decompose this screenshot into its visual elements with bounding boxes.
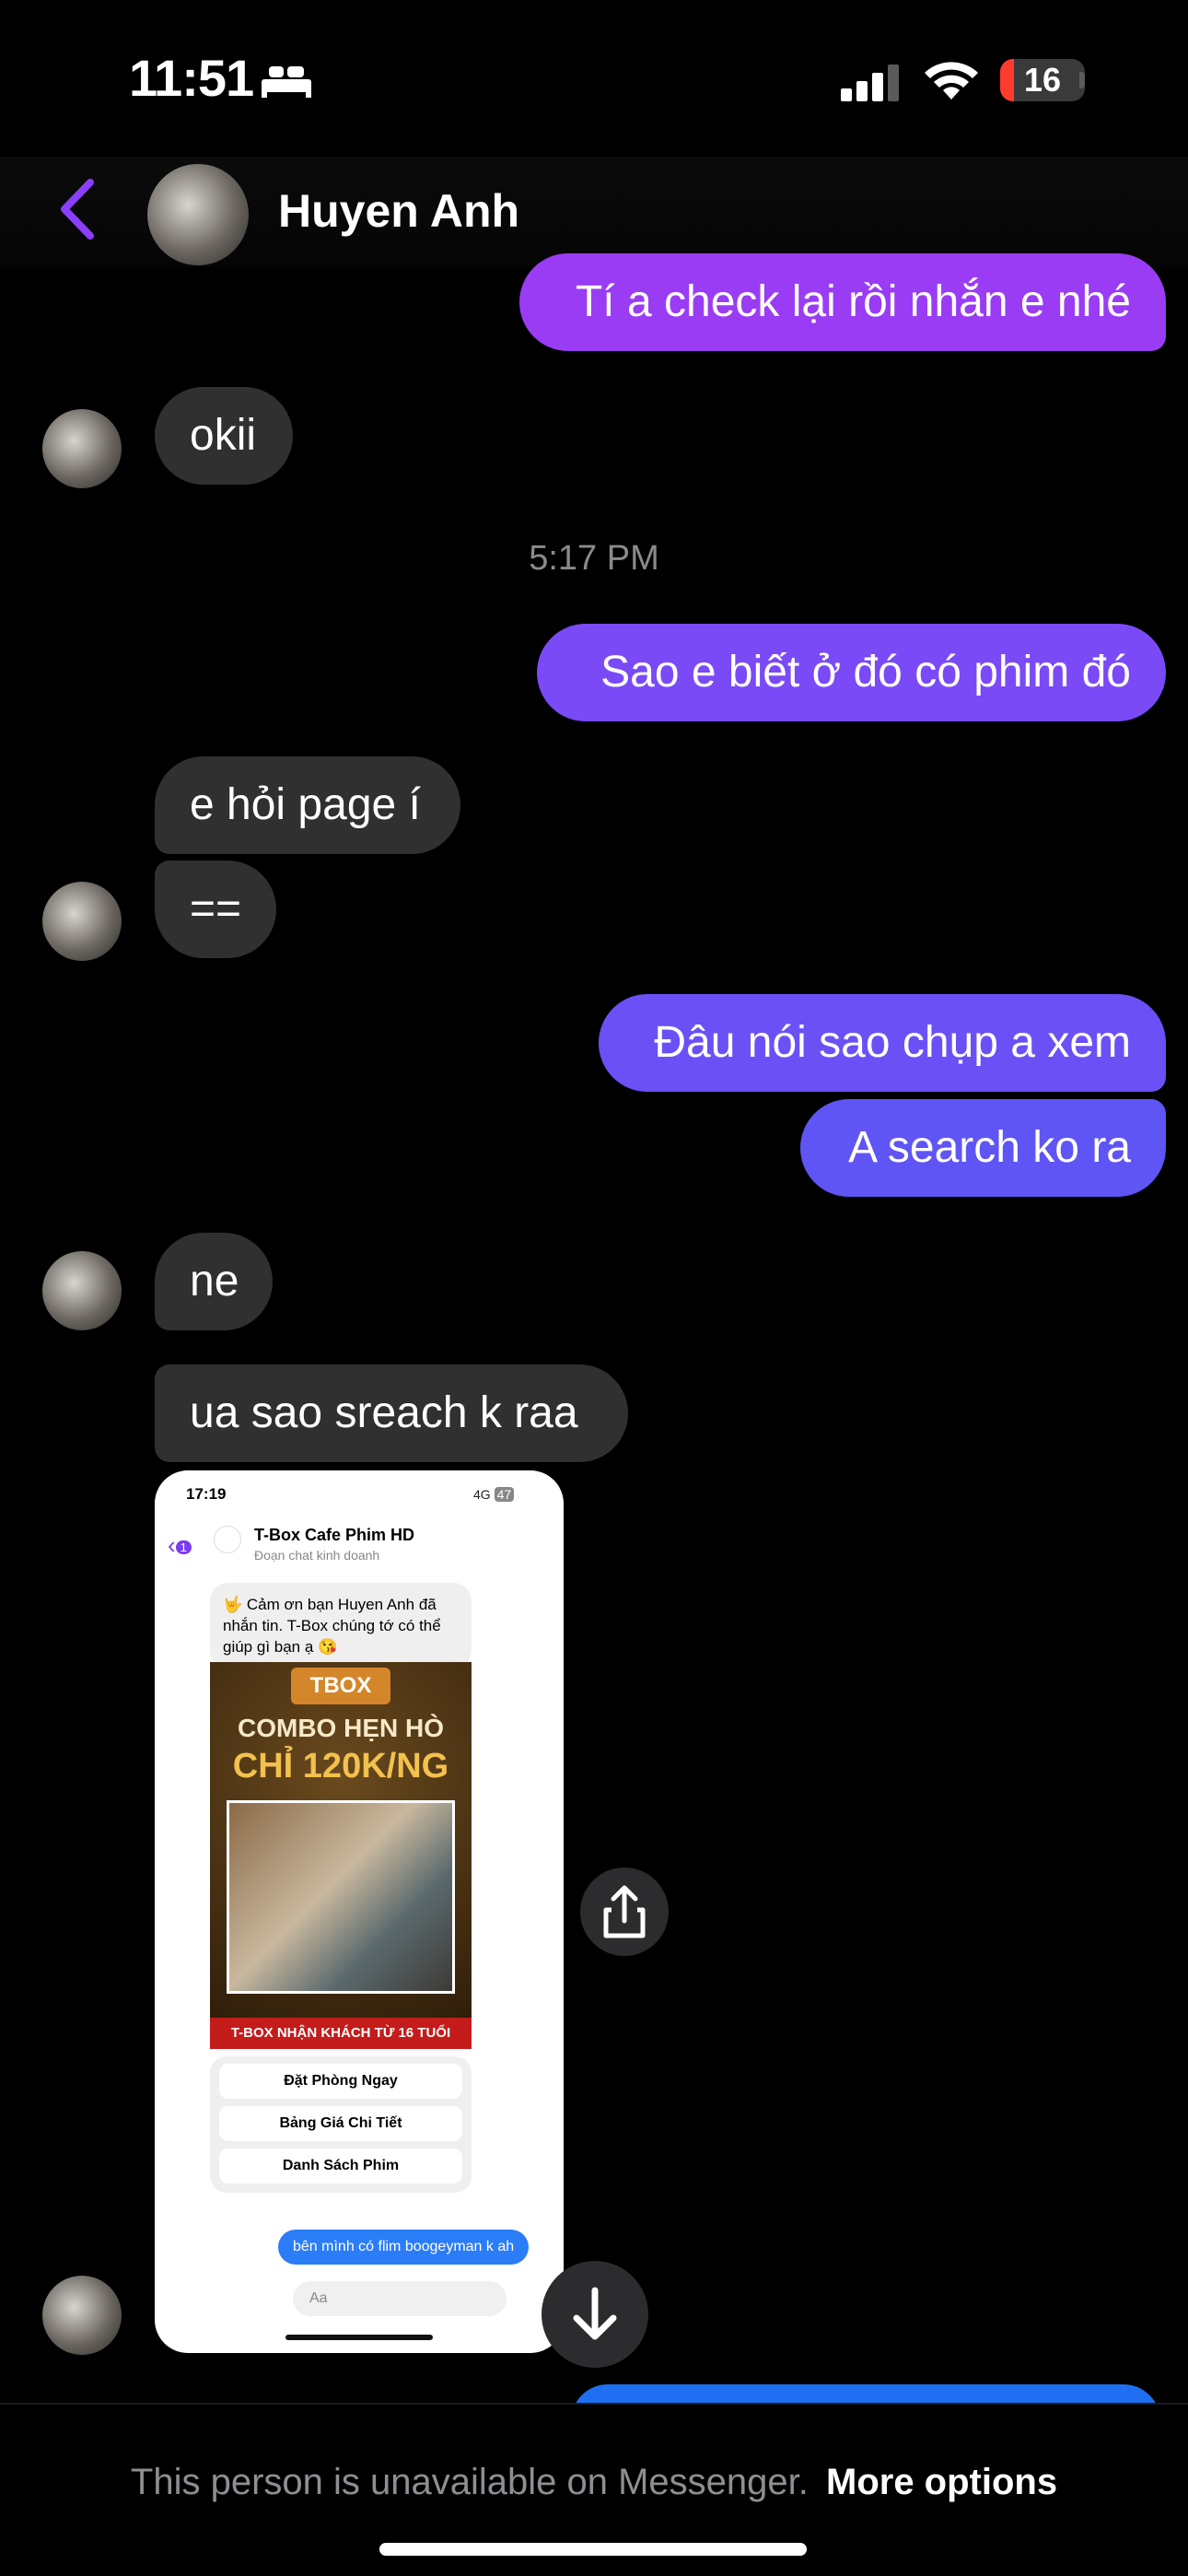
attachment-sent-message: bên mình có flim boogeyman k ah <box>278 2230 530 2265</box>
message-timestamp: 5:17 PM <box>529 539 659 578</box>
attachment-status-network: 4G 47 <box>473 1487 515 1502</box>
contact-name[interactable]: Huyen Anh <box>278 184 519 238</box>
battery-percent: 16 <box>1023 61 1062 99</box>
chat-header: Huyen Anh <box>0 157 1188 267</box>
incoming-message[interactable]: ua sao sreach k raa <box>155 1364 628 1462</box>
incoming-message[interactable]: e hỏi page í <box>155 756 460 854</box>
incoming-message[interactable]: == <box>155 861 276 958</box>
contact-avatar-small[interactable] <box>42 409 122 488</box>
share-button[interactable] <box>580 1868 669 1956</box>
attachment-button: Đặt Phòng Ngay <box>219 2064 462 2099</box>
attachment-button: Bảng Giá Chi Tiết <box>219 2106 462 2141</box>
attachment-room-photo <box>227 1800 455 1994</box>
sleep-focus-icon <box>262 66 311 98</box>
attachment-promo-poster: TBOX COMBO HẸN HÒ CHỈ 120K/NG T-BOX NHẬN… <box>210 1662 472 2049</box>
battery-indicator: 16 <box>1000 59 1085 101</box>
unavailable-notice: This person is unavailable on Messenger.… <box>0 2462 1188 2503</box>
more-options-link[interactable]: More options <box>826 2462 1057 2502</box>
contact-avatar-small[interactable] <box>42 1251 122 1330</box>
outgoing-message[interactable]: Tí a check lại rồi nhắn e nhé <box>519 253 1166 351</box>
status-bar: 11:51 16 <box>0 0 1188 157</box>
incoming-message[interactable]: okii <box>155 387 293 485</box>
contact-avatar-small[interactable] <box>42 882 122 961</box>
attachment-input-field: Aa <box>293 2281 507 2316</box>
attachment-age-notice: T-BOX NHẬN KHÁCH TỪ 16 TUỔI <box>210 2018 472 2049</box>
attachment-brand: TBOX <box>291 1668 390 1704</box>
attachment-page-name: T-Box Cafe Phim HD <box>254 1526 415 1544</box>
status-time: 11:51 <box>129 49 254 107</box>
back-chevron-icon[interactable] <box>55 177 101 241</box>
unavailable-message: This person is unavailable on Messenger. <box>130 2462 809 2502</box>
attachment-page-subtitle: Đoạn chat kinh doanh <box>254 1548 380 1563</box>
attachment-status-time: 17:19 <box>186 1485 227 1503</box>
home-indicator[interactable] <box>379 2543 807 2556</box>
outgoing-message[interactable]: A search ko ra <box>800 1099 1166 1197</box>
contact-avatar[interactable] <box>147 164 249 265</box>
battery-nub <box>1079 72 1085 88</box>
attachment-price: CHỈ 120K/NG <box>232 1747 449 1786</box>
attachment-welcome-message: 🤟 Cảm ơn bạn Huyen Anh đã nhắn tin. T-Bo… <box>210 1583 472 1669</box>
wifi-icon <box>925 62 978 100</box>
attachment-button: Danh Sách Phim <box>219 2149 462 2184</box>
attachment-home-indicator <box>285 2335 433 2340</box>
attachment-page-logo <box>214 1526 241 1553</box>
contact-avatar-small[interactable] <box>42 2276 122 2355</box>
outgoing-message[interactable]: Sao e biết ở đó có phim đó <box>537 624 1166 721</box>
cellular-signal-icon <box>841 64 899 101</box>
incoming-message[interactable]: ne <box>155 1233 273 1330</box>
outgoing-message[interactable]: Đâu nói sao chụp a xem <box>599 994 1166 1092</box>
attachment-back-icon: ‹ 1 <box>168 1531 192 1560</box>
composer-footer: This person is unavailable on Messenger.… <box>0 2403 1188 2576</box>
share-icon <box>603 1885 646 1938</box>
scroll-to-bottom-button[interactable] <box>542 2261 648 2368</box>
attachment-combo-title: COMBO HẸN HÒ <box>238 1714 444 1742</box>
image-attachment[interactable]: 17:19 4G 47 ‹ 1 T-Box Cafe Phim HD Đoạn c… <box>155 1470 564 2353</box>
arrow-down-icon <box>573 2287 617 2340</box>
